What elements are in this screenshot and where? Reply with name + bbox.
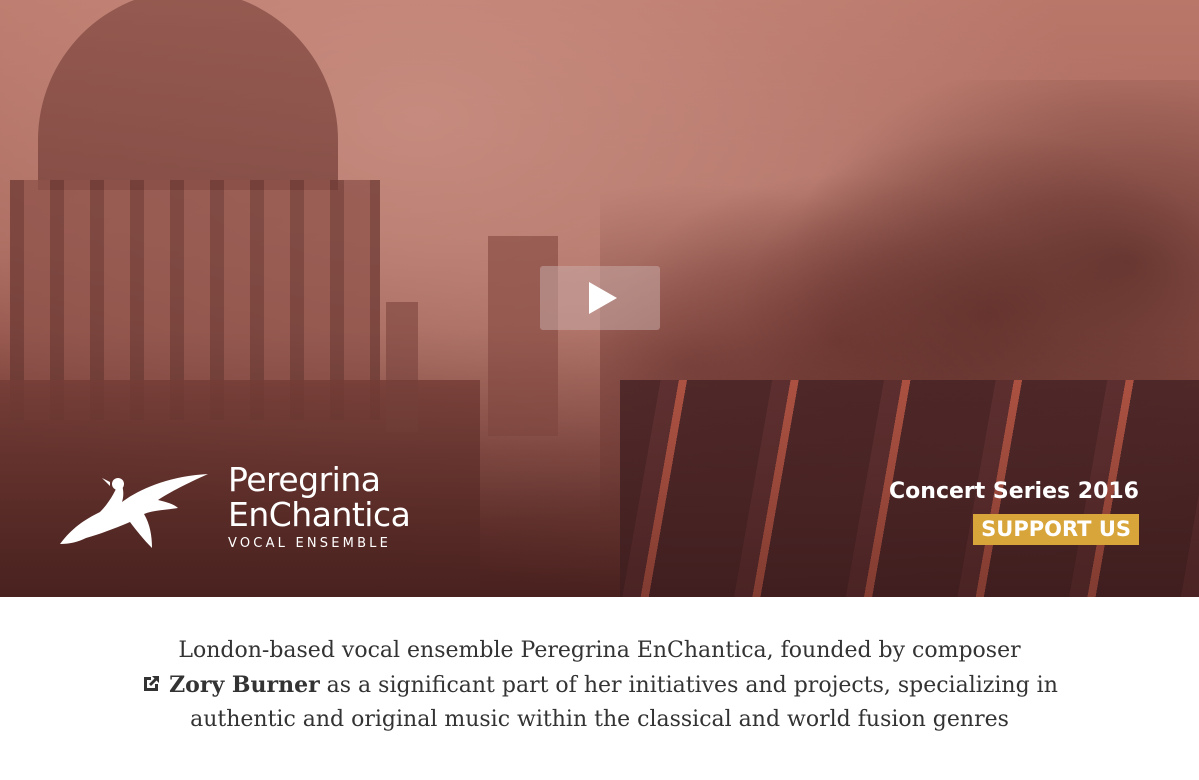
- intro-line-3: authentic and original music within the …: [190, 707, 1009, 732]
- logo-text: Peregrina EnChantica VOCAL ENSEMBLE: [228, 460, 411, 551]
- hero-video[interactable]: Peregrina EnChantica VOCAL ENSEMBLE Conc…: [0, 0, 1199, 597]
- concert-promo: Concert Series 2016 SUPPORT US: [889, 478, 1139, 545]
- intro-line-2-text: as a significant part of her initiatives…: [319, 673, 1058, 698]
- external-link-icon: [144, 676, 160, 691]
- logo-tagline: VOCAL ENSEMBLE: [228, 536, 392, 551]
- intro-line-2: Zory Burner as a significant part of her…: [0, 668, 1199, 703]
- bird-icon: [60, 474, 208, 548]
- play-icon: [589, 282, 617, 314]
- logo-name-line2: EnChantica: [228, 495, 411, 534]
- support-us-button[interactable]: SUPPORT US: [973, 514, 1139, 545]
- site-logo[interactable]: Peregrina EnChantica VOCAL ENSEMBLE: [58, 460, 411, 554]
- play-button[interactable]: [540, 266, 660, 330]
- intro-paragraph: London-based vocal ensemble Peregrina En…: [0, 634, 1199, 737]
- concert-series-title: Concert Series 2016: [889, 479, 1139, 504]
- intro-line-1: London-based vocal ensemble Peregrina En…: [178, 638, 1021, 663]
- logo-name-line1: Peregrina: [228, 460, 381, 499]
- composer-link[interactable]: Zory Burner: [141, 672, 320, 698]
- composer-link-label: Zory Burner: [169, 672, 320, 698]
